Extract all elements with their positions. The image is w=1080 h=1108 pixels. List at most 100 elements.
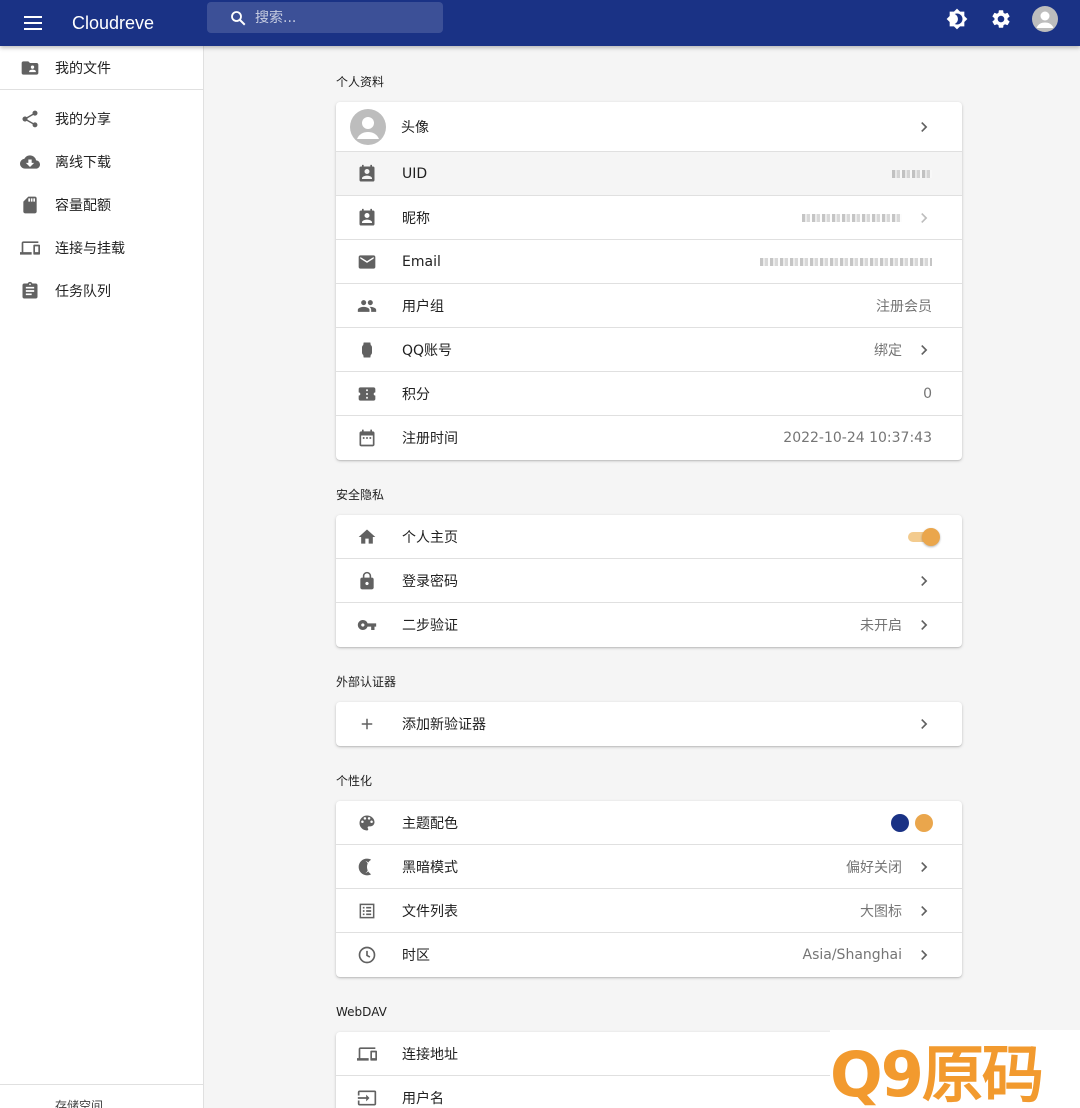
nickname-label: 昵称 xyxy=(402,210,430,227)
chevron-right-icon xyxy=(921,950,928,960)
chevron-right-icon xyxy=(921,620,928,630)
email-row[interactable]: Email xyxy=(336,240,962,284)
sidebar-item-label: 任务队列 xyxy=(55,283,111,300)
primary-color-swatch xyxy=(891,814,909,832)
sidebar-item-my-shares[interactable]: 我的分享 xyxy=(0,97,203,140)
theme-color-row[interactable]: 主题配色 xyxy=(336,801,962,845)
authenticator-card: 添加新验证器 xyxy=(336,702,962,746)
dark-mode-label: 黑暗模式 xyxy=(402,859,458,876)
watermark-logo: Q9原码 xyxy=(830,1030,1080,1108)
avatar-row[interactable]: 头像 xyxy=(336,102,962,152)
homepage-toggle[interactable] xyxy=(906,528,940,546)
folder-account-icon xyxy=(20,58,40,78)
search-box[interactable] xyxy=(207,2,443,33)
storage-label: 存储空间 xyxy=(55,1099,104,1108)
nickname-value-redacted xyxy=(802,210,902,226)
clipboard-icon xyxy=(20,281,40,301)
chevron-right-icon xyxy=(921,122,928,132)
uid-label: UID xyxy=(402,165,428,182)
chevron-right-icon xyxy=(921,862,928,872)
settings-main: 个人资料 头像 UID 昵称 Email 用户组 注册会员 QQ账号 绑定 积分… xyxy=(336,46,962,1108)
register-time-label: 注册时间 xyxy=(402,431,458,447)
list-icon xyxy=(356,900,378,922)
badge-icon xyxy=(356,207,378,229)
key-icon xyxy=(356,614,378,636)
search-icon xyxy=(231,10,246,25)
uid-row[interactable]: UID xyxy=(336,152,962,196)
theme-swatches xyxy=(891,814,933,832)
badge-icon xyxy=(356,163,378,185)
sidebar-item-label: 容量配额 xyxy=(55,197,111,214)
sidebar-item-label: 我的分享 xyxy=(55,111,111,128)
group-icon xyxy=(356,295,378,317)
sidebar-item-my-files[interactable]: 我的文件 xyxy=(0,46,203,90)
sidebar: 我的文件 我的分享 离线下载 容量配额 连接与挂载 任务队列 存储空间 xyxy=(0,46,204,1108)
user-avatar[interactable] xyxy=(1030,4,1060,34)
sidebar-item-offline-download[interactable]: 离线下载 xyxy=(0,140,203,183)
section-title-personalize: 个性化 xyxy=(336,774,373,788)
brightness-icon[interactable] xyxy=(942,4,972,34)
secondary-color-swatch xyxy=(915,814,933,832)
register-time-row: 注册时间 2022-10-24 10:37:43 xyxy=(336,416,962,460)
sidebar-item-connections[interactable]: 连接与挂载 xyxy=(0,226,203,269)
storage-indicator[interactable]: 存储空间 xyxy=(0,1084,203,1108)
points-value: 0 xyxy=(923,385,932,402)
two-factor-label: 二步验证 xyxy=(402,618,458,634)
sidebar-item-task-queue[interactable]: 任务队列 xyxy=(0,269,203,312)
section-title-profile: 个人资料 xyxy=(336,75,385,89)
password-label: 登录密码 xyxy=(402,573,458,590)
section-title-security: 安全隐私 xyxy=(336,488,385,502)
timezone-value: Asia/Shanghai xyxy=(802,947,903,963)
avatar-label: 头像 xyxy=(401,119,429,136)
sidebar-item-label: 连接与挂载 xyxy=(55,240,125,257)
two-factor-value: 未开启 xyxy=(860,618,902,634)
moon-icon xyxy=(356,856,378,878)
chevron-right-icon xyxy=(921,576,928,586)
menu-icon[interactable] xyxy=(19,9,47,37)
palette-icon xyxy=(356,812,378,834)
search-input[interactable] xyxy=(255,9,425,26)
cloud-download-icon xyxy=(20,152,40,172)
sidebar-item-label: 离线下载 xyxy=(55,154,111,171)
nickname-row[interactable]: 昵称 xyxy=(336,196,962,240)
clock-icon xyxy=(356,944,378,966)
devices-icon xyxy=(356,1043,378,1065)
app-title: Cloudreve xyxy=(72,12,155,33)
login-icon xyxy=(356,1087,378,1108)
section-title-webdav: WebDAV xyxy=(336,1005,387,1019)
two-factor-row[interactable]: 二步验证 未开启 xyxy=(336,603,962,647)
chevron-right-icon xyxy=(921,213,928,223)
webdav-username-label: 用户名 xyxy=(402,1091,444,1107)
qq-row[interactable]: QQ账号 绑定 xyxy=(336,328,962,372)
register-time-value: 2022-10-24 10:37:43 xyxy=(783,430,932,446)
sd-card-icon xyxy=(20,195,40,215)
uid-value-redacted xyxy=(892,166,932,182)
theme-color-label: 主题配色 xyxy=(402,815,458,832)
sidebar-item-quota[interactable]: 容量配额 xyxy=(0,183,203,226)
timezone-label: 时区 xyxy=(402,948,430,964)
chevron-right-icon xyxy=(921,345,928,355)
profile-card: 头像 UID 昵称 Email 用户组 注册会员 QQ账号 绑定 积分 0 注册… xyxy=(336,102,962,460)
email-label: Email xyxy=(402,253,441,270)
home-icon xyxy=(356,526,378,548)
points-label: 积分 xyxy=(402,386,430,403)
user-group-value: 注册会员 xyxy=(876,298,932,315)
timezone-row[interactable]: 时区 Asia/Shanghai xyxy=(336,933,962,977)
file-list-value: 大图标 xyxy=(860,903,902,920)
share-icon xyxy=(20,109,40,129)
mail-icon xyxy=(356,251,378,273)
add-authenticator-row[interactable]: 添加新验证器 xyxy=(336,702,962,746)
calendar-icon xyxy=(356,427,378,449)
watermark-text: Q9原码 xyxy=(830,1038,1044,1108)
user-group-row: 用户组 注册会员 xyxy=(336,284,962,328)
app-bar: Cloudreve xyxy=(0,0,1080,46)
user-group-label: 用户组 xyxy=(402,298,444,315)
file-list-row[interactable]: 文件列表 大图标 xyxy=(336,889,962,933)
avatar xyxy=(350,108,386,145)
plus-icon xyxy=(356,713,378,735)
dark-mode-row[interactable]: 黑暗模式 偏好关闭 xyxy=(336,845,962,889)
gear-icon[interactable] xyxy=(986,4,1016,34)
password-row[interactable]: 登录密码 xyxy=(336,559,962,603)
webdav-url-label: 连接地址 xyxy=(402,1046,458,1063)
homepage-row[interactable]: 个人主页 xyxy=(336,515,962,559)
